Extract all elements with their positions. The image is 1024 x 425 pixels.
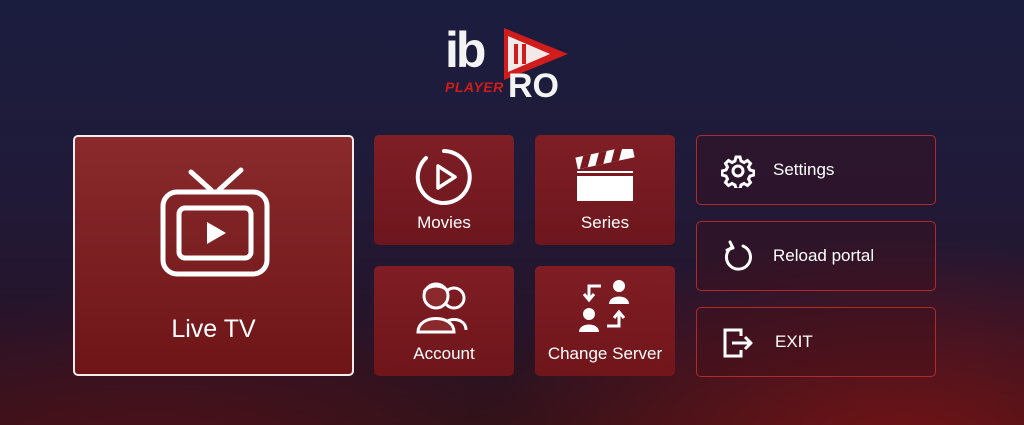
movies-label: Movies <box>417 213 471 232</box>
tv-play-icon <box>160 167 270 277</box>
settings-button[interactable]: Settings <box>696 135 936 205</box>
change-server-tile[interactable]: Change Server <box>535 266 675 376</box>
play-circle-icon <box>415 149 472 205</box>
exit-button[interactable]: EXIT <box>696 307 936 377</box>
series-tile[interactable]: Series <box>535 135 675 245</box>
swap-users-icon <box>579 280 629 332</box>
exit-icon <box>723 328 753 358</box>
series-label: Series <box>580 213 630 232</box>
account-label: Account <box>413 344 475 363</box>
reload-portal-button[interactable]: Reload portal <box>696 221 936 291</box>
reload-icon <box>724 240 752 271</box>
account-tile[interactable]: Account <box>374 266 514 376</box>
live-tv-label: Live TV <box>171 315 256 343</box>
logo-player-text: PLAYER <box>445 79 504 95</box>
logo-ib-text: ib <box>445 22 486 78</box>
live-tv-tile[interactable]: Live TV <box>73 135 354 376</box>
exit-label: EXIT <box>775 332 813 351</box>
logo-pro-text: RO <box>508 67 559 105</box>
app-logo: ib PLAYER RO <box>440 22 570 104</box>
clapperboard-icon <box>575 149 635 201</box>
gear-icon <box>721 155 755 188</box>
reload-portal-label: Reload portal <box>773 246 875 265</box>
users-icon <box>416 282 468 334</box>
change-server-label: Change Server <box>547 344 663 363</box>
movies-tile[interactable]: Movies <box>374 135 514 245</box>
settings-label: Settings <box>773 160 835 179</box>
